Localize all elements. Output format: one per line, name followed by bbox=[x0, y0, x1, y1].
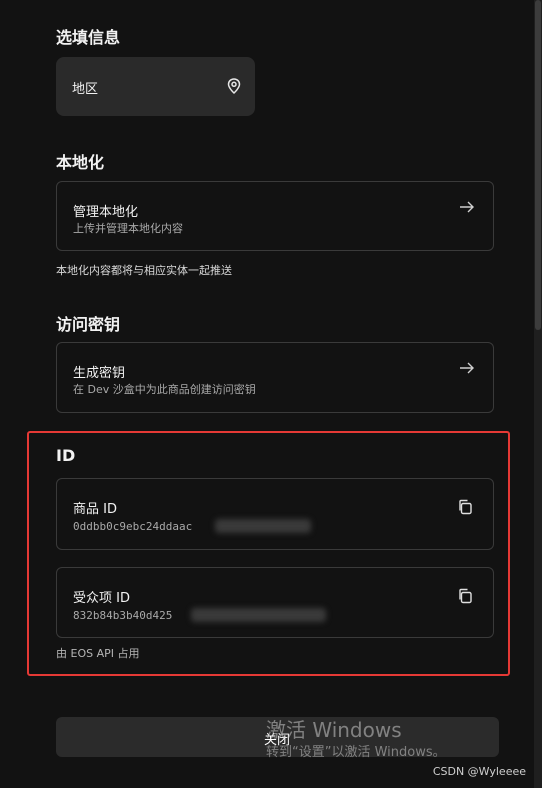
generate-key-card[interactable]: 生成密钥 在 Dev 沙盒中为此商品创建访问密钥 bbox=[56, 342, 494, 413]
manage-localization-subtitle: 上传并管理本地化内容 bbox=[73, 222, 183, 235]
windows-activation-title: 激活 Windows bbox=[266, 718, 402, 742]
section-title-access-key: 访问密钥 bbox=[56, 315, 121, 334]
csdn-watermark: CSDN @Wyleeee bbox=[432, 765, 526, 778]
region-button[interactable]: 地区 bbox=[56, 57, 255, 116]
windows-activation-subtitle: 转到“设置”以激活 Windows。 bbox=[266, 745, 446, 760]
section-title-localization: 本地化 bbox=[56, 153, 105, 172]
scrollbar-thumb[interactable] bbox=[535, 0, 541, 330]
location-pin-icon bbox=[227, 78, 241, 98]
arrow-right-icon bbox=[459, 359, 475, 378]
manage-localization-title: 管理本地化 bbox=[73, 205, 139, 220]
manage-localization-card[interactable]: 管理本地化 上传并管理本地化内容 bbox=[56, 181, 494, 251]
arrow-right-icon bbox=[459, 198, 475, 217]
region-button-label: 地区 bbox=[72, 82, 99, 97]
generate-key-subtitle: 在 Dev 沙盒中为此商品创建访问密钥 bbox=[73, 383, 256, 396]
generate-key-title: 生成密钥 bbox=[73, 366, 126, 381]
id-section-highlight bbox=[27, 431, 510, 676]
scrollbar-track[interactable] bbox=[534, 0, 542, 788]
localization-note: 本地化内容都将与相应实体一起推送 bbox=[56, 264, 232, 277]
section-title-optional-info: 选填信息 bbox=[56, 28, 121, 47]
